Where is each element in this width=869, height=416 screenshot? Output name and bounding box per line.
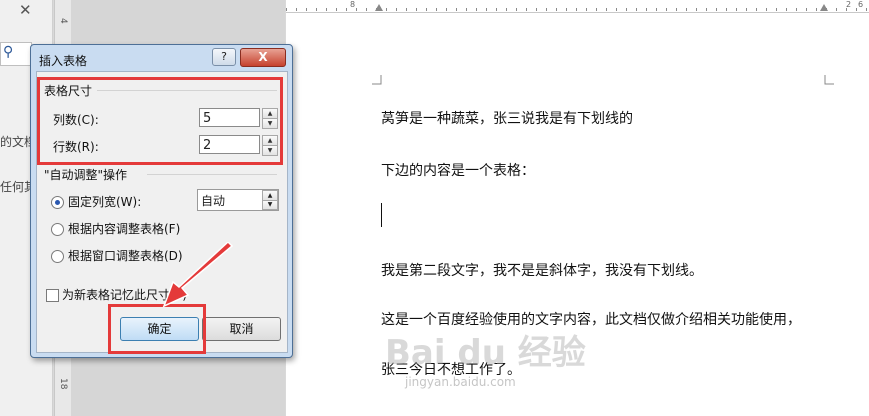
ruler-mark: 6 <box>858 0 864 9</box>
dialog-title: 插入表格 <box>39 54 88 68</box>
indent-marker[interactable] <box>375 4 383 11</box>
down-arrow-icon[interactable]: ▼ <box>262 145 278 156</box>
fit-content-radio[interactable] <box>51 223 64 236</box>
fit-window-radio[interactable] <box>51 250 64 263</box>
column-width-select[interactable]: 自动 ▲ ▼ <box>197 189 279 211</box>
columns-label: 列数(C): <box>53 113 99 127</box>
ruler-mark: 18 <box>58 378 68 390</box>
horizontal-ruler[interactable]: 8 2 6 <box>286 0 869 13</box>
ruler-ticks <box>286 8 869 11</box>
dialog-close-button[interactable]: X <box>240 48 286 67</box>
help-button[interactable]: ? <box>212 48 236 66</box>
rows-label: 行数(R): <box>53 140 99 154</box>
columns-input[interactable]: 5 <box>199 108 260 127</box>
ruler-mark: 8 <box>350 0 356 9</box>
fixed-width-label[interactable]: 固定列宽(W): <box>68 193 141 210</box>
indent-marker[interactable] <box>820 4 828 11</box>
text-cursor <box>381 203 382 227</box>
search-box[interactable]: ⚲ <box>0 42 32 66</box>
watermark-logo: Bai du 经验 <box>385 333 586 373</box>
close-pane-icon[interactable]: ✕ <box>19 1 32 19</box>
crop-mark <box>824 75 834 85</box>
crop-mark <box>372 75 382 85</box>
column-width-value: 自动 <box>201 194 226 208</box>
rows-input[interactable]: 2 <box>199 135 260 154</box>
rows-stepper[interactable]: 2 ▲ ▼ <box>199 135 279 156</box>
ok-button[interactable]: 确定 <box>120 317 199 341</box>
search-icon: ⚲ <box>3 44 14 60</box>
fit-content-label[interactable]: 根据内容调整表格(F) <box>68 220 180 237</box>
arrow-pointer-icon <box>162 242 234 308</box>
ruler-mark: 2 <box>846 0 852 9</box>
down-arrow-icon[interactable]: ▼ <box>262 200 278 210</box>
autofit-heading: "自动调整"操作 <box>44 168 128 182</box>
paragraph: 我是第二段文字，我不是是斜体字，我没有下划线。 <box>381 263 703 279</box>
paragraph: 莴笋是一种蔬菜，张三说我是有下划线的 <box>381 111 633 127</box>
watermark-url: jingyan.baidu.com <box>405 375 516 389</box>
fixed-width-radio[interactable] <box>51 196 64 209</box>
remember-size-checkbox[interactable] <box>46 289 59 302</box>
divider <box>147 174 277 175</box>
columns-stepper[interactable]: 5 ▲ ▼ <box>199 108 279 129</box>
down-arrow-icon[interactable]: ▼ <box>262 118 278 129</box>
divider <box>97 90 277 91</box>
table-size-heading: 表格尺寸 <box>44 84 93 98</box>
ruler-mark: 4 <box>58 18 68 24</box>
paragraph: 下边的内容是一个表格： <box>381 163 535 179</box>
cancel-button[interactable]: 取消 <box>202 317 281 341</box>
